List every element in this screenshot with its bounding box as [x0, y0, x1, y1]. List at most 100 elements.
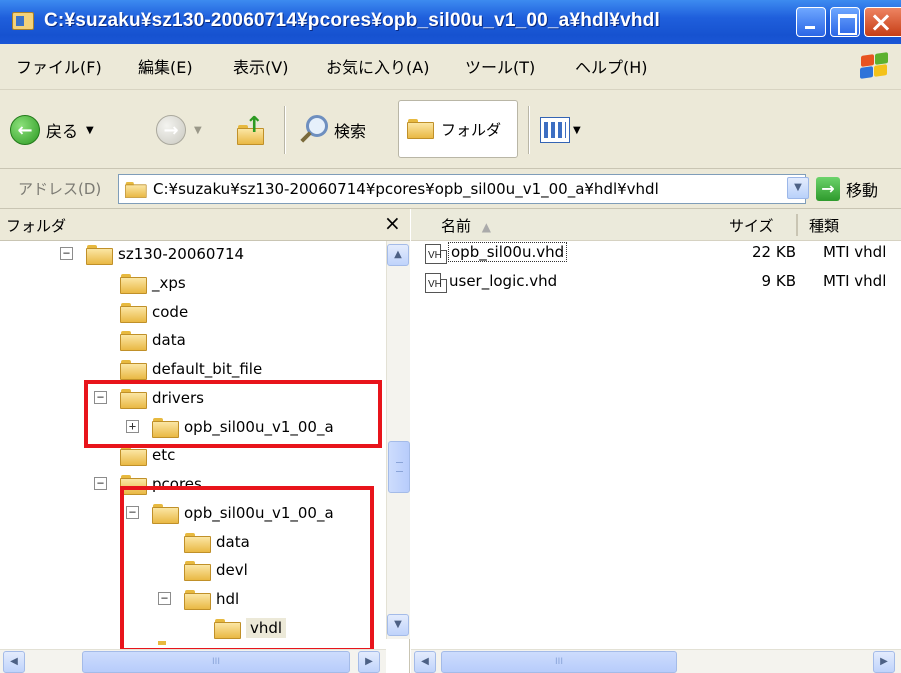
tree-item-label: data — [152, 331, 186, 349]
vhdl-file-icon: VH — [425, 273, 447, 293]
close-button[interactable] — [864, 7, 901, 37]
file-row[interactable]: VH opb_sil00u.vhd 22 KB MTI vhdl — [425, 242, 901, 266]
back-label: 戻る — [46, 122, 79, 141]
folder-pane-horizontal-scrollbar[interactable]: ◀ III ▶ — [0, 649, 386, 673]
address-dropdown-icon[interactable]: ▼ — [787, 177, 809, 199]
title-bar[interactable]: C:¥suzaku¥sz130-20060714¥pcores¥opb_sil0… — [0, 0, 901, 44]
tree-item-data[interactable]: data — [120, 326, 186, 354]
folder-pane-vertical-scrollbar[interactable]: ▲ ▼ — [386, 241, 410, 639]
search-button[interactable]: 検索 — [296, 102, 366, 158]
scroll-thumb[interactable] — [388, 441, 410, 493]
column-name-label: 名前 — [441, 217, 472, 235]
folders-label: フォルダ — [441, 121, 502, 139]
menu-view[interactable]: 表示(V) — [233, 54, 288, 78]
scroll-down-icon[interactable]: ▼ — [387, 614, 409, 636]
maximize-button[interactable] — [830, 7, 860, 37]
file-row[interactable]: VH user_logic.vhd 9 KB MTI vhdl — [425, 271, 901, 295]
address-label: アドレス(D) — [18, 180, 102, 198]
folders-icon — [407, 119, 439, 139]
menu-tools[interactable]: ツール(T) — [465, 54, 535, 78]
collapse-icon[interactable]: − — [94, 477, 107, 490]
back-arrow-icon: ← — [10, 115, 40, 145]
column-header-row: 名前 ▲ サイズ 種類 — [411, 209, 901, 241]
file-name: opb_sil00u.vhd — [447, 242, 568, 262]
tree-item-label: sz130-20060714 — [118, 245, 245, 263]
folder-pane: フォルダ × − sz130-20060714 _xps code data d… — [0, 209, 410, 673]
tree-item-label: _xps — [152, 274, 186, 292]
up-button[interactable]: ↑ — [236, 102, 266, 158]
folder-icon — [120, 331, 147, 351]
sort-ascending-icon: ▲ — [481, 220, 492, 234]
views-button[interactable]: ▼ — [540, 102, 581, 158]
tree-item-label: default_bit_file — [152, 360, 263, 378]
address-bar: アドレス(D) C:¥suzaku¥sz130-20060714¥pcores¥… — [0, 169, 901, 209]
scroll-right-icon[interactable]: ▶ — [358, 651, 380, 673]
window-folder-icon — [12, 12, 34, 30]
vhdl-file-icon: VH — [425, 244, 447, 264]
folder-icon — [120, 446, 147, 466]
window-title: C:¥suzaku¥sz130-20060714¥pcores¥opb_sil0… — [44, 10, 660, 31]
column-header-type[interactable]: 種類 — [809, 215, 839, 236]
folder-pane-header: フォルダ × — [0, 209, 410, 241]
views-dropdown-icon[interactable]: ▼ — [573, 125, 581, 136]
column-header-name[interactable]: 名前 ▲ — [441, 215, 491, 236]
highlight-box-drivers — [84, 380, 382, 448]
back-button[interactable]: ← 戻る ▼ — [10, 102, 94, 158]
minimize-button[interactable] — [796, 7, 826, 37]
search-icon — [296, 113, 330, 147]
go-button[interactable]: → 移動 — [816, 174, 878, 204]
file-size: 22 KB — [752, 243, 796, 261]
scroll-right-icon[interactable]: ▶ — [873, 651, 895, 673]
scroll-thumb[interactable]: III — [82, 651, 350, 673]
file-name: user_logic.vhd — [449, 272, 558, 290]
scroll-thumb[interactable]: III — [441, 651, 677, 673]
menu-help[interactable]: ヘルプ(H) — [575, 54, 648, 78]
folder-pane-close-icon[interactable]: × — [384, 211, 401, 235]
address-value: C:¥suzaku¥sz130-20060714¥pcores¥opb_sil0… — [153, 180, 659, 198]
toolbar-separator — [284, 106, 286, 154]
scroll-left-icon[interactable]: ◀ — [3, 651, 25, 673]
folder-icon — [86, 245, 113, 265]
tree-item-code[interactable]: code — [120, 298, 188, 326]
address-input[interactable]: C:¥suzaku¥sz130-20060714¥pcores¥opb_sil0… — [118, 174, 806, 204]
collapse-icon[interactable]: − — [60, 247, 73, 260]
windows-logo-icon — [857, 52, 891, 82]
menu-favorites[interactable]: お気に入り(A) — [326, 54, 429, 78]
tree-item-default-bit-file[interactable]: default_bit_file — [120, 355, 262, 383]
column-divider[interactable] — [796, 214, 797, 236]
menu-bar: ファイル(F) 編集(E) 表示(V) お気に入り(A) ツール(T) ヘルプ(… — [0, 44, 901, 90]
up-folder-icon: ↑ — [236, 115, 266, 145]
go-label: 移動 — [846, 181, 879, 200]
tree-item-sz130[interactable]: − sz130-20060714 — [60, 240, 244, 268]
folder-icon — [120, 274, 147, 294]
menu-edit[interactable]: 編集(E) — [138, 54, 193, 78]
scroll-left-icon[interactable]: ◀ — [414, 651, 436, 673]
folder-icon — [120, 303, 147, 323]
address-folder-icon — [125, 182, 147, 198]
views-icon — [540, 117, 570, 143]
file-size: 9 KB — [761, 272, 796, 290]
column-header-size[interactable]: サイズ — [729, 215, 774, 236]
forward-button[interactable]: → ▼ — [156, 102, 202, 158]
folders-button[interactable]: フォルダ — [398, 100, 518, 158]
tree-item-label: etc — [152, 446, 176, 464]
file-type: MTI vhdl — [823, 243, 887, 261]
menu-file[interactable]: ファイル(F) — [16, 54, 102, 78]
toolbar-separator — [528, 106, 530, 154]
folder-icon — [120, 360, 147, 380]
scroll-up-icon[interactable]: ▲ — [387, 244, 409, 266]
forward-arrow-icon: → — [156, 115, 186, 145]
highlight-box-pcores — [120, 486, 374, 652]
folder-pane-title: フォルダ — [6, 217, 67, 235]
tree-item-xps[interactable]: _xps — [120, 269, 186, 297]
search-label: 検索 — [334, 122, 367, 141]
go-arrow-icon: → — [816, 177, 840, 201]
column-divider[interactable] — [797, 214, 798, 236]
tree-item-label: code — [152, 303, 189, 321]
forward-dropdown-icon[interactable]: ▼ — [194, 125, 202, 136]
file-list-pane: 名前 ▲ サイズ 種類 VH opb_sil00u.vhd 22 KB MTI … — [411, 209, 901, 673]
back-dropdown-icon[interactable]: ▼ — [86, 125, 94, 136]
toolbar: ← 戻る ▼ → ▼ ↑ 検索 フォルダ ▼ — [0, 90, 901, 169]
file-type: MTI vhdl — [823, 272, 887, 290]
file-list-horizontal-scrollbar[interactable]: ◀ III ▶ — [411, 649, 901, 673]
